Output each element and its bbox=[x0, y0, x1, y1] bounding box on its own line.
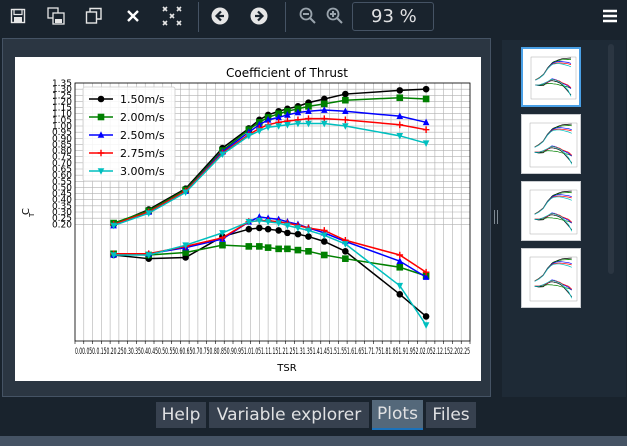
data-point bbox=[264, 225, 272, 233]
save-icon[interactable] bbox=[6, 4, 30, 28]
thumbnail-line bbox=[534, 146, 573, 165]
plot-thumbnail[interactable] bbox=[521, 181, 581, 241]
data-point bbox=[396, 121, 404, 129]
series-line bbox=[113, 227, 427, 318]
thumbnail-line bbox=[534, 196, 572, 215]
data-point bbox=[256, 243, 263, 250]
legend-label: 3.00m/s bbox=[120, 165, 165, 178]
data-point bbox=[320, 238, 328, 245]
plot-thumbnail[interactable] bbox=[521, 47, 581, 107]
data-point bbox=[342, 255, 349, 262]
data-point bbox=[294, 230, 302, 238]
thumbnail-line bbox=[534, 129, 572, 148]
toolbar-separator bbox=[285, 2, 286, 32]
svg-text:T: T bbox=[28, 212, 36, 218]
data-point bbox=[219, 241, 226, 249]
data-point bbox=[245, 225, 253, 233]
data-point bbox=[342, 96, 349, 104]
tab-plots-label: Plots bbox=[377, 404, 418, 424]
legend-label: 2.00m/s bbox=[120, 111, 165, 124]
thumbnail-line bbox=[534, 213, 573, 232]
save-all-icon[interactable] bbox=[44, 4, 68, 28]
data-point bbox=[342, 116, 349, 124]
data-point bbox=[294, 246, 302, 254]
data-point bbox=[342, 248, 349, 255]
status-strip bbox=[0, 436, 627, 446]
plot-figure: Coefficient of Thrust TSR C T 0.00.050.0… bbox=[15, 57, 481, 381]
data-point bbox=[305, 233, 312, 240]
plot-viewer: Coefficient of Thrust TSR C T 0.00.050.0… bbox=[2, 38, 491, 397]
tab-files[interactable]: Files bbox=[426, 402, 476, 428]
data-point bbox=[284, 229, 291, 237]
legend-label: 2.50m/s bbox=[120, 129, 165, 142]
data-point bbox=[342, 90, 349, 98]
data-point bbox=[245, 243, 253, 250]
close-icon[interactable] bbox=[121, 4, 145, 28]
data-point bbox=[275, 227, 282, 234]
data-point bbox=[320, 251, 328, 259]
splitter-handle[interactable] bbox=[494, 210, 498, 224]
data-point bbox=[396, 94, 404, 102]
zoom-out-icon[interactable] bbox=[296, 4, 320, 28]
data-point bbox=[396, 87, 404, 94]
plot-thumbnail[interactable] bbox=[521, 248, 581, 308]
previous-icon[interactable] bbox=[208, 4, 232, 28]
tab-variable-explorer[interactable]: Variable explorer bbox=[209, 402, 369, 428]
thumbnail-line bbox=[534, 263, 572, 282]
data-point bbox=[396, 263, 404, 271]
hamburger-menu-icon[interactable] bbox=[598, 4, 622, 28]
tab-variable-explorer-label: Variable explorer bbox=[216, 405, 362, 425]
zoom-level-field[interactable]: 93 % bbox=[352, 2, 434, 31]
chart-title: Coefficient of Thrust bbox=[226, 66, 348, 80]
thumbnail-line bbox=[535, 79, 572, 97]
data-point bbox=[264, 244, 272, 251]
data-point bbox=[320, 100, 328, 108]
data-point bbox=[422, 85, 430, 93]
plot-thumbnail[interactable] bbox=[521, 114, 581, 174]
thumbnail-line bbox=[534, 280, 573, 299]
tab-plots[interactable]: Plots bbox=[372, 400, 423, 430]
zoom-in-icon[interactable] bbox=[323, 4, 347, 28]
series-line bbox=[113, 219, 427, 326]
y-tick-label: 1.35 bbox=[52, 79, 72, 89]
data-point bbox=[396, 291, 404, 298]
close-all-icon[interactable] bbox=[160, 4, 184, 28]
data-point bbox=[422, 313, 430, 320]
data-point bbox=[284, 245, 291, 253]
data-point bbox=[422, 140, 430, 147]
data-point bbox=[275, 245, 282, 253]
copy-icon[interactable] bbox=[82, 4, 106, 28]
plots-toolbar: 93 % bbox=[0, 0, 627, 34]
data-point bbox=[422, 322, 430, 329]
next-icon[interactable] bbox=[247, 4, 271, 28]
chart-legend: 1.50m/s 2.00m/s 2.50m/s 2.75m/s 3.00m/s bbox=[82, 86, 176, 182]
zoom-level-value: 93 % bbox=[371, 6, 417, 27]
tab-help[interactable]: Help bbox=[156, 402, 206, 428]
data-point bbox=[97, 113, 105, 121]
tab-help-label: Help bbox=[161, 405, 201, 425]
thumbnail-line bbox=[535, 63, 572, 81]
thumbnails-scrollbar[interactable] bbox=[608, 44, 614, 274]
toolbar-separator bbox=[198, 2, 199, 32]
data-point bbox=[97, 95, 105, 103]
data-point bbox=[422, 95, 430, 103]
x-axis-label: TSR bbox=[276, 363, 296, 374]
legend-label: 1.50m/s bbox=[120, 93, 165, 106]
data-point bbox=[256, 224, 263, 232]
legend-label: 2.75m/s bbox=[120, 147, 165, 160]
coefficient-of-thrust-chart: Coefficient of Thrust TSR C T 0.00.050.0… bbox=[21, 66, 471, 374]
data-point bbox=[305, 248, 312, 255]
tab-files-label: Files bbox=[432, 405, 470, 425]
pane-tabs: Help Variable explorer Plots Files bbox=[0, 398, 627, 432]
data-point bbox=[342, 241, 349, 248]
x-axis-tick-labels: 0.00.050.0.150.20.250.30.350.40.450.50.5… bbox=[75, 347, 470, 357]
y-axis-label: C T bbox=[21, 208, 36, 218]
